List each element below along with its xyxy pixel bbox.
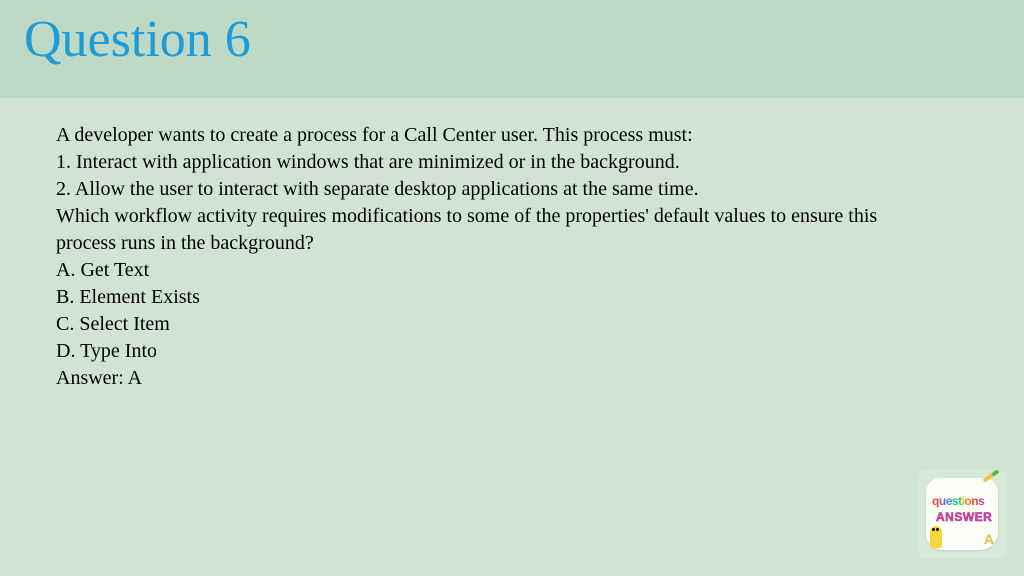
question-prompt: Which workflow activity requires modific… — [56, 203, 894, 257]
badge-answer-text: ANSWER — [936, 510, 992, 524]
qa-badge: questions ANSWER A — [918, 470, 1006, 558]
badge-questions-text: questions — [932, 494, 984, 508]
requirement-1: 1. Interact with application windows tha… — [56, 149, 894, 176]
option-b: B. Element Exists — [56, 284, 894, 311]
badge-letters: A — [984, 531, 994, 547]
requirement-2: 2. Allow the user to interact with separ… — [56, 176, 894, 203]
slide-header: Question 6 — [0, 0, 1024, 98]
answer-line: Answer: A — [56, 365, 894, 392]
notebook-icon: questions ANSWER A — [926, 478, 998, 550]
pencil-icon — [982, 469, 999, 483]
option-c: C. Select Item — [56, 311, 894, 338]
question-intro: A developer wants to create a process fo… — [56, 122, 894, 149]
question-title: Question 6 — [24, 10, 1000, 69]
pencil-character-icon — [930, 526, 942, 548]
option-d: D. Type Into — [56, 338, 894, 365]
question-content: A developer wants to create a process fo… — [0, 98, 950, 416]
option-a: A. Get Text — [56, 257, 894, 284]
